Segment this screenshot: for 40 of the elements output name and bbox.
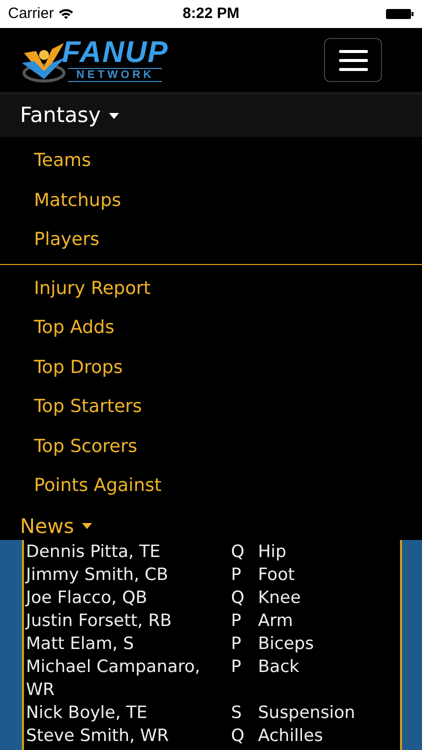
menu-link[interactable]: Players bbox=[34, 220, 100, 260]
injury-status: P bbox=[231, 610, 242, 630]
menu-link[interactable]: Teams bbox=[34, 141, 91, 180]
player-name: Nick Boyle, TE bbox=[26, 702, 148, 722]
injury-type: Achilles bbox=[258, 726, 323, 746]
injury-type: Hip bbox=[258, 542, 286, 562]
player-name: Michael Campanaro, WR bbox=[26, 656, 200, 700]
player-name: Matt Elam, S bbox=[26, 634, 134, 654]
player-name: Joe Flacco, QB bbox=[26, 588, 148, 608]
injury-type: Knee bbox=[258, 588, 301, 608]
player-name: Steve Smith, WR bbox=[26, 726, 169, 746]
site-logo[interactable]: FANUP NETWORK bbox=[22, 37, 169, 83]
news-menu-toggle[interactable]: News bbox=[20, 514, 92, 538]
menu-link[interactable]: Top Starters bbox=[34, 387, 142, 426]
player-name: Justin Forsett, RB bbox=[26, 610, 172, 630]
menu-link[interactable]: Top Adds bbox=[34, 308, 114, 348]
fantasy-menu-toggle[interactable]: Fantasy bbox=[20, 100, 119, 132]
injury-status: Q bbox=[231, 542, 244, 562]
player-name: Dennis Pitta, TE bbox=[26, 542, 160, 562]
injury-status: Q bbox=[231, 588, 244, 608]
injury-status: P bbox=[231, 634, 242, 654]
carrier-label: Carrier bbox=[8, 4, 54, 24]
injury-type: Foot bbox=[258, 564, 295, 584]
injury-status: P bbox=[231, 564, 242, 584]
menu-link[interactable]: Top Drops bbox=[34, 348, 123, 387]
player-name: Jimmy Smith, CB bbox=[26, 564, 168, 584]
menu-link[interactable]: Top Scorers bbox=[34, 426, 138, 466]
injury-type: Back bbox=[258, 656, 300, 676]
menu-link[interactable]: Matchups bbox=[34, 180, 122, 220]
menu-link[interactable]: Injury Report bbox=[34, 268, 151, 308]
menu-link[interactable]: Points Against bbox=[34, 466, 162, 506]
injury-status: S bbox=[231, 702, 242, 722]
logo-subtitle: NETWORK bbox=[68, 68, 162, 82]
injury-type: Suspension bbox=[258, 702, 356, 722]
injury-type: Arm bbox=[258, 610, 293, 630]
injury-status: P bbox=[231, 656, 242, 676]
injury-status: Q bbox=[231, 726, 244, 746]
logo-wordmark: FANUP bbox=[62, 38, 169, 68]
clock-time: 8:22 PM bbox=[182, 4, 240, 24]
injury-type: Biceps bbox=[258, 634, 314, 654]
